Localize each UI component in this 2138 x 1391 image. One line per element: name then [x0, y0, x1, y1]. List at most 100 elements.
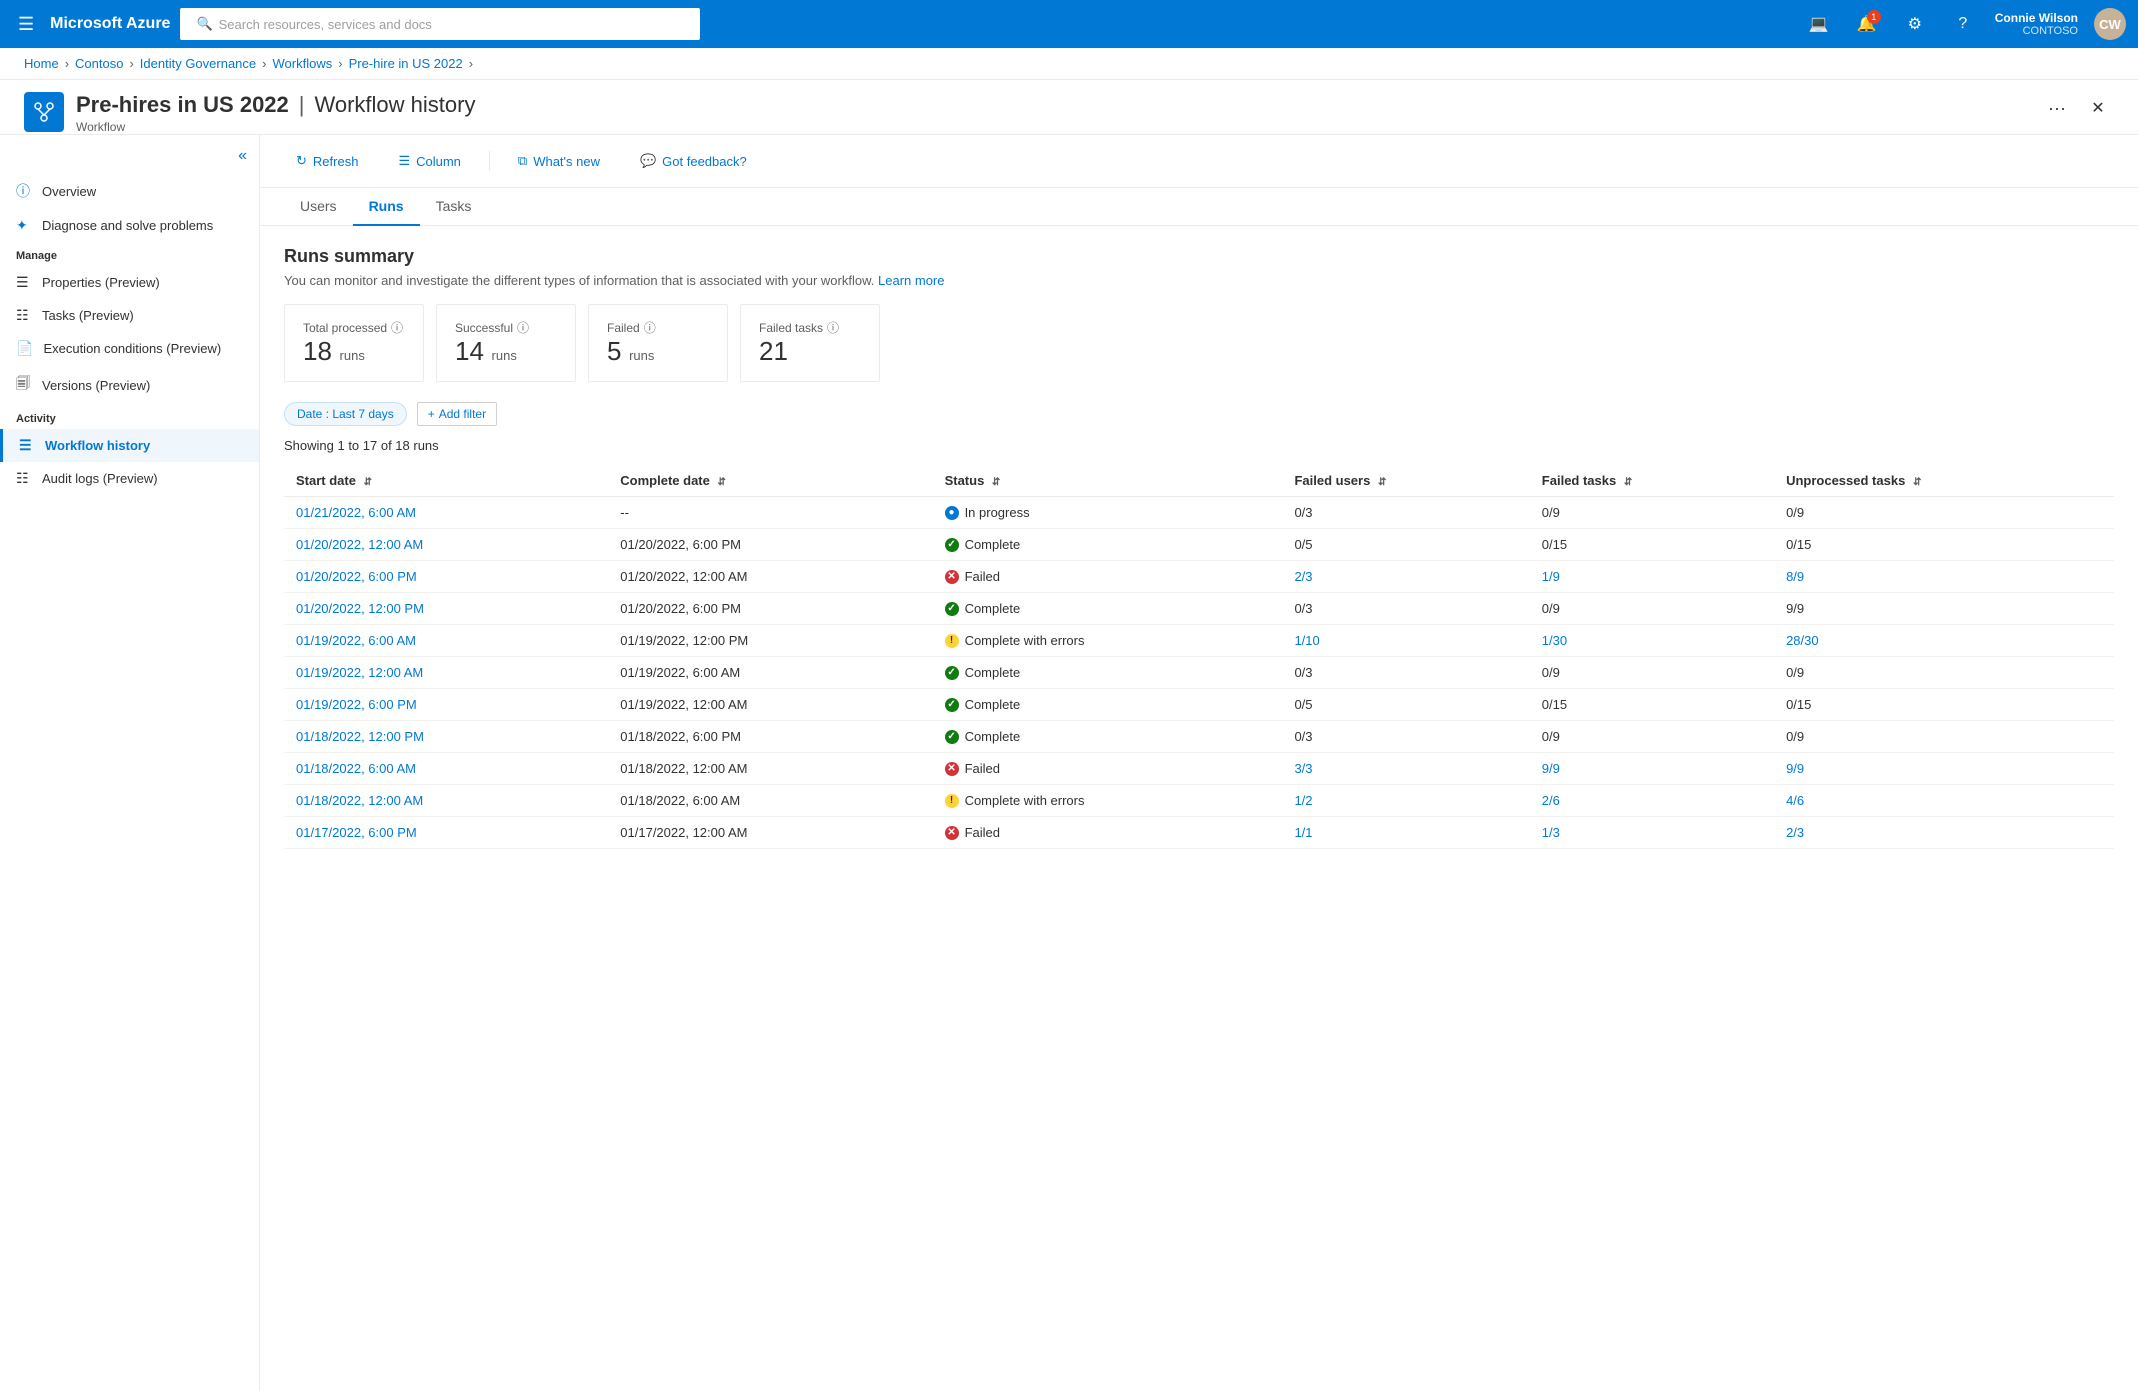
runs-summary-desc: You can monitor and investigate the diff… [284, 273, 2114, 288]
cell-unprocessed-tasks[interactable]: 4/6 [1774, 785, 2114, 817]
notifications-icon[interactable]: 🔔 1 [1851, 8, 1883, 40]
column-button[interactable]: ☰ Column [386, 147, 472, 175]
brand-logo[interactable]: Microsoft Azure [50, 15, 170, 33]
main-layout: « ⓘ Overview ✦ Diagnose and solve proble… [0, 135, 2138, 1391]
versions-icon: 🗐 [16, 373, 32, 397]
sidebar-item-workflow-history[interactable]: ☰ Workflow history [0, 429, 259, 462]
table-row: 01/18/2022, 12:00 PM01/18/2022, 6:00 PM✓… [284, 721, 2114, 753]
cell-failed-users[interactable]: 3/3 [1282, 753, 1529, 785]
add-filter-button[interactable]: + Add filter [417, 402, 497, 426]
cell-failed-tasks[interactable]: 9/9 [1530, 753, 1774, 785]
cell-failed-tasks: 0/9 [1530, 497, 1774, 529]
sidebar-item-execution[interactable]: 📄 Execution conditions (Preview) [0, 332, 259, 365]
sidebar-item-diagnose[interactable]: ✦ Diagnose and solve problems [0, 209, 259, 242]
help-icon[interactable]: ? [1947, 8, 1979, 40]
tab-runs[interactable]: Runs [353, 188, 420, 226]
table-row: 01/19/2022, 6:00 PM01/19/2022, 12:00 AM✓… [284, 689, 2114, 721]
table-row: 01/19/2022, 6:00 AM01/19/2022, 12:00 PM!… [284, 625, 2114, 657]
page-header: Pre-hires in US 2022 | Workflow history … [0, 80, 2138, 135]
cell-complete-date: 01/20/2022, 6:00 PM [608, 529, 932, 561]
global-search-input[interactable]: 🔍 Search resources, services and docs [180, 8, 700, 40]
cloud-shell-icon[interactable]: 💻 [1803, 8, 1835, 40]
sort-icon-complete-date: ⇵ [717, 477, 725, 488]
more-options-button[interactable]: ··· [2040, 94, 2074, 123]
overview-icon: ⓘ [16, 181, 32, 201]
sidebar-collapse-button[interactable]: « [238, 147, 247, 165]
table-row: 01/21/2022, 6:00 AM--●In progress0/30/90… [284, 497, 2114, 529]
cell-unprocessed-tasks[interactable]: 28/30 [1774, 625, 2114, 657]
cell-start-date[interactable]: 01/21/2022, 6:00 AM [284, 497, 608, 529]
sidebar-item-versions[interactable]: 🗐 Versions (Preview) [0, 365, 259, 405]
tab-users[interactable]: Users [284, 188, 353, 226]
summary-cards: Total processed ⓘ 18 runs Successful ⓘ 1… [284, 304, 2114, 382]
cell-failed-users: 0/3 [1282, 593, 1529, 625]
learn-more-link[interactable]: Learn more [878, 273, 944, 288]
hamburger-menu-icon[interactable]: ☰ [12, 8, 40, 41]
cell-start-date[interactable]: 01/19/2022, 6:00 PM [284, 689, 608, 721]
cell-failed-users: 0/3 [1282, 657, 1529, 689]
cell-status: ✓Complete [933, 593, 1283, 625]
cell-start-date[interactable]: 01/18/2022, 6:00 AM [284, 753, 608, 785]
close-button[interactable]: ✕ [2082, 92, 2114, 124]
breadcrumb-contoso[interactable]: Contoso [75, 56, 123, 71]
cell-status: !Complete with errors [933, 625, 1283, 657]
cell-failed-users[interactable]: 1/2 [1282, 785, 1529, 817]
col-status[interactable]: Status ⇵ [933, 465, 1283, 497]
sidebar-item-properties[interactable]: ☰ Properties (Preview) [0, 266, 259, 299]
user-avatar[interactable]: CW [2094, 8, 2126, 40]
sidebar-item-tasks[interactable]: ☷ Tasks (Preview) [0, 299, 259, 332]
cell-failed-tasks[interactable]: 2/6 [1530, 785, 1774, 817]
toolbar: ↻ Refresh ☰ Column ⧉ What's new 💬 Got fe… [260, 135, 2138, 188]
cell-start-date[interactable]: 01/20/2022, 6:00 PM [284, 561, 608, 593]
col-start-date[interactable]: Start date ⇵ [284, 465, 608, 497]
cell-start-date[interactable]: 01/20/2022, 12:00 AM [284, 529, 608, 561]
cell-start-date[interactable]: 01/19/2022, 12:00 AM [284, 657, 608, 689]
cell-unprocessed-tasks[interactable]: 2/3 [1774, 817, 2114, 849]
cell-status: !Complete with errors [933, 785, 1283, 817]
table-row: 01/20/2022, 12:00 AM01/20/2022, 6:00 PM✓… [284, 529, 2114, 561]
breadcrumb-identity-governance[interactable]: Identity Governance [140, 56, 256, 71]
breadcrumb-workflows[interactable]: Workflows [273, 56, 333, 71]
cell-failed-tasks: 0/15 [1530, 529, 1774, 561]
cell-failed-users[interactable]: 1/10 [1282, 625, 1529, 657]
cell-failed-tasks[interactable]: 1/9 [1530, 561, 1774, 593]
feedback-button[interactable]: 💬 Got feedback? [628, 147, 759, 175]
column-icon: ☰ [398, 153, 410, 169]
col-failed-users[interactable]: Failed users ⇵ [1282, 465, 1529, 497]
cell-complete-date: 01/20/2022, 12:00 AM [608, 561, 932, 593]
diagnose-icon: ✦ [16, 217, 32, 234]
cell-complete-date: 01/18/2022, 6:00 AM [608, 785, 932, 817]
col-unprocessed-tasks[interactable]: Unprocessed tasks ⇵ [1774, 465, 2114, 497]
properties-icon: ☰ [16, 274, 32, 291]
cell-unprocessed-tasks[interactable]: 9/9 [1774, 753, 2114, 785]
cell-failed-tasks[interactable]: 1/30 [1530, 625, 1774, 657]
cell-failed-users[interactable]: 1/1 [1282, 817, 1529, 849]
cell-start-date[interactable]: 01/18/2022, 12:00 AM [284, 785, 608, 817]
cell-failed-tasks: 0/9 [1530, 593, 1774, 625]
cell-unprocessed-tasks: 9/9 [1774, 593, 2114, 625]
col-failed-tasks[interactable]: Failed tasks ⇵ [1530, 465, 1774, 497]
cell-start-date[interactable]: 01/18/2022, 12:00 PM [284, 721, 608, 753]
breadcrumb-prehire[interactable]: Pre-hire in US 2022 [349, 56, 463, 71]
user-info: Connie Wilson CONTOSO [1995, 11, 2078, 37]
cell-failed-tasks[interactable]: 1/3 [1530, 817, 1774, 849]
cell-status: ●In progress [933, 497, 1283, 529]
date-filter-chip[interactable]: Date : Last 7 days [284, 402, 407, 426]
sidebar-item-audit-logs[interactable]: ☷ Audit logs (Preview) [0, 462, 259, 495]
whats-new-button[interactable]: ⧉ What's new [506, 147, 612, 175]
refresh-button[interactable]: ↻ Refresh [284, 147, 370, 175]
search-icon: 🔍 [196, 16, 212, 32]
tab-tasks[interactable]: Tasks [420, 188, 488, 226]
cell-failed-users[interactable]: 2/3 [1282, 561, 1529, 593]
cell-start-date[interactable]: 01/20/2022, 12:00 PM [284, 593, 608, 625]
col-complete-date[interactable]: Complete date ⇵ [608, 465, 932, 497]
breadcrumb-home[interactable]: Home [24, 56, 59, 71]
cell-unprocessed-tasks[interactable]: 8/9 [1774, 561, 2114, 593]
settings-icon[interactable]: ⚙ [1899, 8, 1931, 40]
runs-table: Start date ⇵ Complete date ⇵ Status ⇵ [284, 465, 2114, 849]
cell-start-date[interactable]: 01/17/2022, 6:00 PM [284, 817, 608, 849]
sidebar-section-manage: Manage [0, 242, 259, 266]
cell-start-date[interactable]: 01/19/2022, 6:00 AM [284, 625, 608, 657]
cell-complete-date: 01/19/2022, 12:00 AM [608, 689, 932, 721]
sidebar-item-overview[interactable]: ⓘ Overview [0, 173, 259, 209]
